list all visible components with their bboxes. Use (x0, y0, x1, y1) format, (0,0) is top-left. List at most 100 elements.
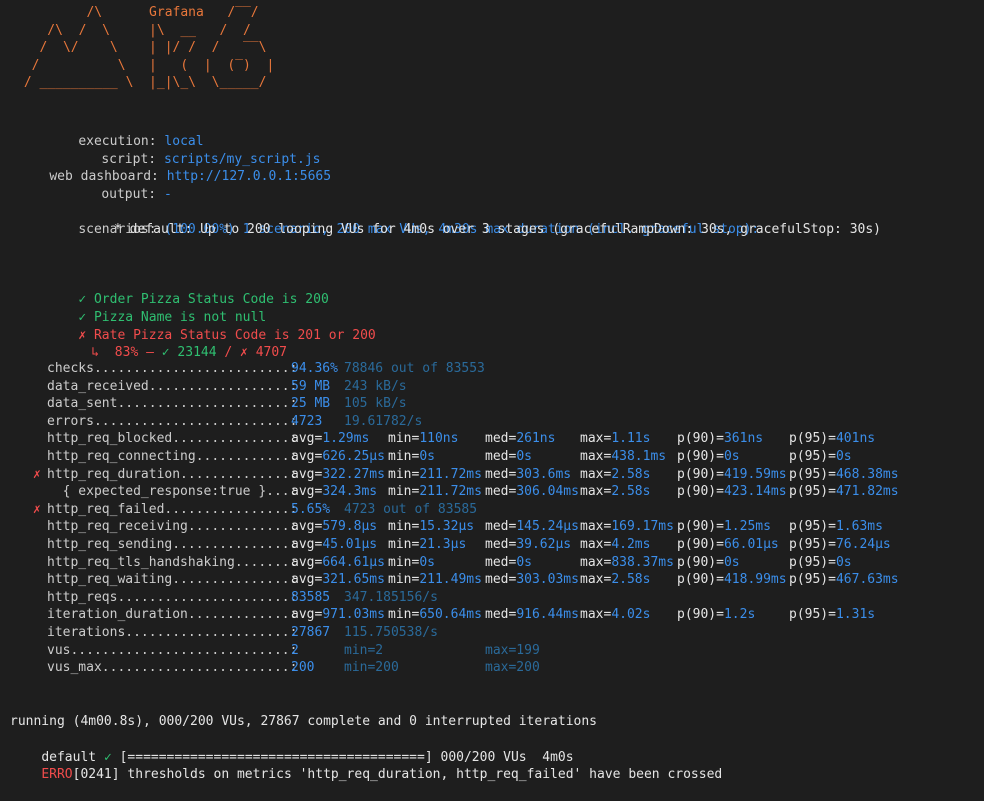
metric-name: vus............................: (47, 642, 306, 658)
metric-avg: avg=626.25µs (291, 449, 385, 464)
metric-row: ✗ http_req_failed................: 5.65% 4… (0, 502, 984, 520)
metric-name: http_req_waiting...............: (47, 572, 306, 588)
metric-name: checks.........................: (47, 361, 306, 376)
metric-name: { expected_response:true }...: (47, 484, 306, 500)
metric-p90: p(90)=419.59ms (677, 466, 787, 482)
metric-name: iteration_duration.............: (47, 607, 306, 623)
dashboard-link[interactable]: http://127.0.0.1:5665 (167, 169, 331, 184)
metric-p90: p(90)=423.14ms (677, 484, 787, 500)
metric-value: 2 (291, 642, 299, 658)
fail-icon: ✗ (240, 344, 248, 360)
metric-max: max=4.02s (580, 607, 651, 623)
metric-p95: p(95)=0s (789, 554, 852, 570)
metric-rate: 19.61782/s (344, 413, 423, 429)
fail-count: 4707 (255, 344, 288, 360)
metric-row: data_sent......................: 25 MB 10… (0, 396, 984, 414)
metric-avg: avg=971.03ms (291, 607, 385, 623)
error-message: [0241] thresholds on metrics 'http_req_d… (72, 766, 723, 782)
metric-p95: p(95)=401ns (789, 431, 876, 447)
dash: — (146, 344, 154, 360)
metric-p95: p(95)=0s (789, 449, 852, 464)
metric-med: med=145.24µs (485, 519, 579, 535)
metric-p95: p(95)=467.63ms (789, 572, 899, 588)
metric-p95: p(95)=1.63ms (789, 519, 883, 535)
metric-name: http_req_connecting............: (47, 449, 306, 464)
metric-p90: p(90)=0s (677, 554, 740, 570)
metric-name: iterations.....................: (47, 625, 306, 640)
metric-row: http_reqs......................: 83585 34… (0, 590, 984, 608)
metric-min: min=15.32µs (388, 519, 475, 535)
metric-p90: p(90)=418.99ms (677, 572, 787, 588)
metric-max: max=838.37ms (580, 554, 674, 570)
metric-vus-max: max=199 (485, 642, 540, 658)
check-percent: 83% (114, 344, 139, 360)
metric-vus-min: min=2 (344, 642, 384, 658)
terminal-window: /\ Grafana /‾‾/ /\ / \ |\ __ / / / \/ \ … (0, 0, 984, 782)
metric-max: max=169.17ms (580, 519, 674, 535)
metric-value: 25 MB (291, 396, 331, 412)
metric-row: http_req_receiving.............: avg=579… (0, 519, 984, 537)
metric-rate: 347.185156/s (344, 589, 438, 605)
metric-max: max=2.58s (580, 572, 651, 588)
pass-count: 23144 (177, 344, 217, 360)
metric-row: iteration_duration.............: avg=971… (0, 607, 984, 625)
metric-min: min=21.3µs (388, 537, 467, 552)
metric-value: 83585 (291, 589, 331, 605)
metric-med: med=261ns (485, 431, 556, 447)
metric-name: http_req_blocked...............: (47, 431, 306, 447)
metric-min: min=211.72ms (388, 466, 482, 482)
metric-med: med=0s (485, 554, 532, 570)
metric-max: max=2.58s (580, 484, 651, 500)
metric-min: min=650.64ms (388, 607, 482, 623)
metric-p90: p(90)=1.25ms (677, 519, 771, 535)
metric-avg: avg=324.3ms (291, 484, 378, 500)
metric-p95: p(95)=1.31s (789, 607, 876, 623)
metric-min: min=110ns (388, 431, 459, 447)
metric-p95: p(95)=468.38ms (789, 466, 899, 482)
metric-row: iterations.....................: 27867 11… (0, 625, 984, 643)
metric-name: http_req_duration..............: (47, 466, 306, 482)
metric-max: max=2.58s (580, 466, 651, 482)
metric-rate: 243 kB/s (344, 378, 407, 394)
metric-rate: 78846 out of 83553 (344, 361, 485, 376)
metric-med: med=916.44ms (485, 607, 579, 623)
metric-med: med=303.6ms (485, 466, 572, 482)
metric-p90: p(90)=0s (677, 449, 740, 464)
metric-med: med=306.04ms (485, 484, 579, 500)
metric-value: 27867 (291, 625, 331, 640)
metric-name: http_req_failed................: (47, 501, 306, 517)
metric-max: max=4.2ms (580, 537, 651, 552)
metric-vus-min: min=200 (344, 660, 399, 676)
metric-name: http_reqs......................: (47, 589, 306, 605)
metric-avg: avg=45.01µs (291, 537, 378, 552)
metric-rate: 105 kB/s (344, 396, 407, 412)
running-status: running (4m00.8s), 000/200 VUs, 27867 co… (10, 714, 597, 729)
metric-row: vus_max........................: 200 min=… (0, 660, 984, 678)
metric-row: http_req_blocked...............: avg=1.2… (0, 431, 984, 449)
metric-rate: 4723 out of 83585 (344, 501, 478, 517)
metric-value: 200 (291, 660, 315, 676)
metric-row: ✗ http_req_duration..............: avg=32… (0, 467, 984, 485)
metric-p95: p(95)=471.82ms (789, 484, 899, 500)
metric-med: med=0s (485, 449, 532, 464)
metric-name: data_sent......................: (47, 396, 306, 412)
metric-max: max=438.1ms (580, 449, 667, 464)
metric-name: data_received..................: (47, 378, 306, 394)
pass-icon: ✓ (161, 344, 170, 360)
metric-avg: avg=579.8µs (291, 519, 378, 535)
error-row: ERRO[0241] thresholds on metrics 'http_r… (10, 748, 722, 801)
metric-row: http_req_connecting............: avg=626… (0, 449, 984, 467)
metric-avg: avg=322.27ms (291, 466, 385, 482)
metric-value: 5.65% (291, 501, 331, 517)
metric-row: errors.........................: 4723 19.… (0, 414, 984, 432)
threshold-fail-icon: ✗ (33, 466, 41, 482)
output-label: output: (101, 186, 157, 202)
metric-row: { expected_response:true }...: avg=324.3… (0, 484, 984, 502)
metric-med: med=303.03ms (485, 572, 579, 588)
dashboard-row: web dashboard: http://127.0.0.1:5665 (18, 150, 331, 203)
metric-name: errors.........................: (47, 413, 306, 429)
metric-min: min=211.72ms (388, 484, 482, 500)
metric-max: max=1.11s (580, 431, 651, 447)
metric-min: min=0s (388, 449, 435, 464)
metric-row: data_received..................: 59 MB 24… (0, 379, 984, 397)
